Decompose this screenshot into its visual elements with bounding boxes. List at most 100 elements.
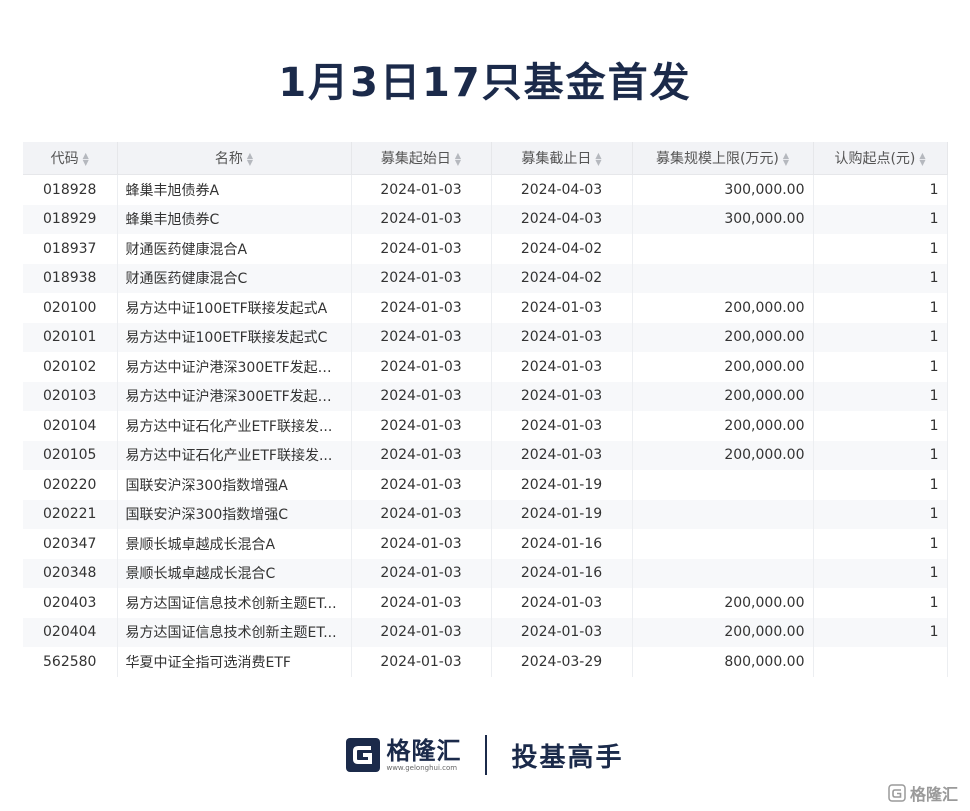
start-date: 2024-01-03	[351, 588, 492, 618]
table-row: 018928 蜂巢丰旭债券A 2024-01-03 2024-04-03 300,000…	[23, 174, 948, 205]
start-date: 2024-01-03	[351, 352, 492, 382]
start-date: 2024-01-03	[351, 381, 492, 411]
table-row: 020404 易方达国证信息技术创新主题ET... 2024-01-03 2024-0…	[23, 617, 948, 647]
sort-icon[interactable]: ▲ ▼	[595, 152, 601, 167]
size-limit: 200,000.00	[632, 293, 814, 323]
fund-code[interactable]: 020102	[23, 352, 118, 382]
fund-name[interactable]: 蜂巢丰旭债券A	[117, 174, 352, 205]
size-limit	[632, 234, 814, 264]
size-limit: 200,000.00	[632, 381, 814, 411]
fund-name[interactable]: 易方达中证沪港深300ETF发起式...	[117, 352, 352, 382]
footer-divider	[485, 735, 488, 775]
fund-code[interactable]: 020103	[23, 381, 118, 411]
fund-code[interactable]: 020221	[23, 499, 118, 529]
table-row: 020103 易方达中证沪港深300ETF发起式... 2024-01-03 2024…	[23, 381, 948, 411]
min-purchase: 1	[813, 352, 948, 382]
end-date: 2024-04-03	[491, 174, 633, 205]
size-limit: 800,000.00	[632, 647, 814, 677]
fund-name[interactable]: 财通医药健康混合C	[117, 263, 352, 293]
fund-code[interactable]: 020220	[23, 470, 118, 500]
size-limit: 300,000.00	[632, 204, 814, 234]
fund-code[interactable]: 020101	[23, 322, 118, 352]
table-row: 020105 易方达中证石化产业ETF联接发... 2024-01-03 2024-0…	[23, 440, 948, 470]
fund-name[interactable]: 财通医药健康混合A	[117, 234, 352, 264]
end-date: 2024-01-16	[491, 558, 633, 588]
column-header-min-purchase[interactable]: 认购起点(元) ▲ ▼	[813, 142, 948, 175]
fund-name[interactable]: 易方达中证石化产业ETF联接发...	[117, 411, 352, 441]
sort-icon[interactable]: ▲ ▼	[783, 152, 789, 167]
min-purchase: 1	[813, 322, 948, 352]
fund-name[interactable]: 国联安沪深300指数增强C	[117, 499, 352, 529]
size-limit	[632, 499, 814, 529]
fund-code[interactable]: 020404	[23, 617, 118, 647]
table-row: 018929 蜂巢丰旭债券C 2024-01-03 2024-04-03 300,000…	[23, 204, 948, 234]
fund-name[interactable]: 易方达国证信息技术创新主题ET...	[117, 617, 352, 647]
table-row: 020220 国联安沪深300指数增强A 2024-01-03 2024-01-19 1	[23, 470, 948, 500]
start-date: 2024-01-03	[351, 558, 492, 588]
end-date: 2024-01-03	[491, 352, 633, 382]
fund-code[interactable]: 020348	[23, 558, 118, 588]
start-date: 2024-01-03	[351, 263, 492, 293]
fund-name[interactable]: 易方达中证100ETF联接发起式A	[117, 293, 352, 323]
min-purchase: 1	[813, 499, 948, 529]
end-date: 2024-04-03	[491, 204, 633, 234]
size-limit: 200,000.00	[632, 440, 814, 470]
end-date: 2024-03-29	[491, 647, 633, 677]
slogan: 投基高手	[511, 742, 624, 773]
table-row: 020403 易方达国证信息技术创新主题ET... 2024-01-03 2024-0…	[23, 588, 948, 618]
table-row: 018938 财通医药健康混合C 2024-01-03 2024-04-02 1	[23, 263, 948, 293]
column-header-start-date[interactable]: 募集起始日 ▲ ▼	[351, 142, 492, 175]
fund-code[interactable]: 020100	[23, 293, 118, 323]
min-purchase: 1	[813, 470, 948, 500]
end-date: 2024-01-03	[491, 617, 633, 647]
sort-icon[interactable]: ▲ ▼	[455, 152, 461, 167]
start-date: 2024-01-03	[351, 174, 492, 205]
fund-code[interactable]: 020403	[23, 588, 118, 618]
size-limit: 200,000.00	[632, 588, 814, 618]
start-date: 2024-01-03	[351, 204, 492, 234]
sort-icon[interactable]: ▲ ▼	[247, 152, 253, 167]
min-purchase	[813, 647, 948, 677]
fund-code[interactable]: 020347	[23, 529, 118, 559]
fund-name[interactable]: 华夏中证全指可选消费ETF	[117, 647, 352, 677]
fund-name[interactable]: 易方达中证石化产业ETF联接发...	[117, 440, 352, 470]
size-limit	[632, 263, 814, 293]
fund-code[interactable]: 018937	[23, 234, 118, 264]
table-row: 020100 易方达中证100ETF联接发起式A 2024-01-03 2024-01…	[23, 293, 948, 323]
fund-name[interactable]: 景顺长城卓越成长混合A	[117, 529, 352, 559]
end-date: 2024-04-02	[491, 263, 633, 293]
gelonghui-watermark-icon	[888, 784, 906, 802]
end-date: 2024-01-03	[491, 381, 633, 411]
start-date: 2024-01-03	[351, 529, 492, 559]
sort-icon[interactable]: ▲ ▼	[83, 152, 89, 167]
column-header-name[interactable]: 名称 ▲ ▼	[117, 142, 352, 175]
fund-code[interactable]: 018929	[23, 204, 118, 234]
fund-name[interactable]: 易方达中证沪港深300ETF发起式...	[117, 381, 352, 411]
fund-code[interactable]: 020105	[23, 440, 118, 470]
min-purchase: 1	[813, 293, 948, 323]
table-row: 020348 景顺长城卓越成长混合C 2024-01-03 2024-01-16 1	[23, 558, 948, 588]
column-header-size-limit[interactable]: 募集规模上限(万元) ▲ ▼	[632, 142, 814, 175]
fund-name[interactable]: 易方达国证信息技术创新主题ET...	[117, 588, 352, 618]
fund-name[interactable]: 易方达中证100ETF联接发起式C	[117, 322, 352, 352]
column-header-end-date[interactable]: 募集截止日 ▲ ▼	[491, 142, 633, 175]
end-date: 2024-01-03	[491, 440, 633, 470]
fund-name[interactable]: 景顺长城卓越成长混合C	[117, 558, 352, 588]
end-date: 2024-04-02	[491, 234, 633, 264]
fund-code[interactable]: 562580	[23, 647, 118, 677]
logo-name: 格隆汇	[386, 736, 462, 765]
end-date: 2024-01-03	[491, 588, 633, 618]
column-header-code[interactable]: 代码 ▲ ▼	[23, 142, 118, 175]
sort-icon[interactable]: ▲ ▼	[919, 152, 925, 167]
fund-code[interactable]: 018938	[23, 263, 118, 293]
size-limit: 200,000.00	[632, 322, 814, 352]
fund-code[interactable]: 018928	[23, 174, 118, 205]
min-purchase: 1	[813, 617, 948, 647]
min-purchase: 1	[813, 263, 948, 293]
size-limit: 200,000.00	[632, 411, 814, 441]
fund-name[interactable]: 蜂巢丰旭债券C	[117, 204, 352, 234]
size-limit	[632, 558, 814, 588]
fund-code[interactable]: 020104	[23, 411, 118, 441]
min-purchase: 1	[813, 440, 948, 470]
fund-name[interactable]: 国联安沪深300指数增强A	[117, 470, 352, 500]
